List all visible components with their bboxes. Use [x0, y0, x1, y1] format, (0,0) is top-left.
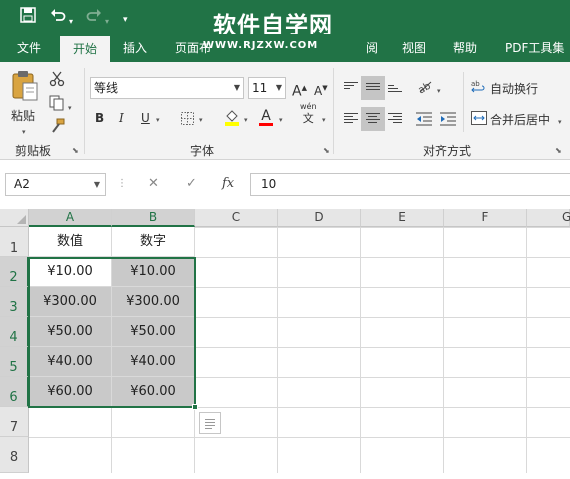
- copy-icon[interactable]: [49, 95, 65, 114]
- tab-pdf-tools[interactable]: PDF工具集: [505, 34, 564, 62]
- grid-lines: [29, 227, 570, 473]
- svg-text:ab: ab: [471, 80, 480, 88]
- fill-color-icon[interactable]: [224, 108, 240, 129]
- underline-button[interactable]: U: [141, 108, 150, 128]
- alignment-launcher-icon[interactable]: ⬊: [555, 146, 562, 155]
- decrease-font-size-button[interactable]: A▼: [314, 78, 328, 101]
- watermark-url: WWW.RJZXW.COM: [203, 40, 319, 51]
- phonetic-char: 文: [302, 112, 314, 125]
- paste-icon[interactable]: [11, 70, 39, 105]
- font-color-dropdown-icon[interactable]: ▾: [279, 110, 283, 130]
- underline-dropdown-icon[interactable]: ▾: [156, 110, 160, 130]
- font-color-button[interactable]: A: [259, 106, 273, 126]
- customize-icon[interactable]: ▾: [123, 10, 128, 30]
- alignment-group-label: 对齐方式: [423, 144, 472, 158]
- increase-indent-icon[interactable]: [440, 112, 456, 129]
- align-middle-icon[interactable]: [366, 83, 380, 95]
- align-bottom-icon[interactable]: [388, 85, 402, 97]
- name-box[interactable]: A2 ▼: [5, 173, 106, 196]
- font-launcher-icon[interactable]: ⬊: [323, 146, 330, 155]
- font-name-value: 等线: [94, 81, 119, 95]
- clipboard-launcher-icon[interactable]: ⬊: [72, 146, 79, 155]
- enter-icon[interactable]: ✓: [186, 173, 197, 196]
- save-icon[interactable]: [20, 7, 36, 28]
- name-box-value: A2: [14, 177, 30, 191]
- font-name-combo[interactable]: 等线 ▼: [90, 77, 244, 99]
- tab-review[interactable]: 阅: [366, 34, 378, 62]
- decrease-indent-icon[interactable]: [416, 112, 432, 129]
- merge-center-dropdown-icon[interactable]: ▾: [558, 112, 562, 132]
- merge-center-icon[interactable]: [471, 111, 487, 128]
- name-box-dropdown-icon[interactable]: ▼: [94, 174, 100, 195]
- insert-function-icon[interactable]: fx: [222, 173, 234, 196]
- tab-insert[interactable]: 插入: [123, 34, 147, 62]
- quick-analysis-icon[interactable]: [199, 412, 221, 434]
- redo-dropdown-icon[interactable]: ▾: [105, 12, 109, 32]
- phonetic-pinyin: wén: [300, 102, 317, 111]
- fill-handle[interactable]: [192, 404, 198, 410]
- align-top-icon[interactable]: [344, 82, 358, 94]
- borders-icon[interactable]: [181, 112, 194, 128]
- bold-button[interactable]: B: [95, 108, 104, 128]
- phonetic-guide-button[interactable]: wén 文: [300, 102, 317, 126]
- clipboard-group-label: 剪贴板: [15, 144, 52, 158]
- paste-dropdown-icon[interactable]: ▾: [22, 122, 26, 142]
- font-size-combo[interactable]: 11 ▼: [248, 77, 286, 99]
- undo-dropdown-icon[interactable]: ▾: [69, 12, 73, 32]
- undo-icon[interactable]: [50, 7, 66, 28]
- font-size-value: 11: [252, 81, 268, 95]
- spreadsheet-grid: A B C D E F G 1 2 3 4 5 6 7 8 数值 数字 ¥10.…: [0, 209, 570, 473]
- ribbon-separator: [463, 72, 464, 132]
- cancel-icon[interactable]: ✕: [148, 173, 159, 196]
- orientation-icon[interactable]: ab: [416, 78, 434, 97]
- merge-center-button[interactable]: 合并后居中: [490, 110, 550, 130]
- tab-file[interactable]: 文件: [17, 34, 41, 62]
- decrease-font-size-letter: A: [314, 84, 323, 98]
- formula-bar: A2 ▼ ⋮ ✕ ✓ fx 10: [0, 161, 570, 209]
- align-right-icon[interactable]: [388, 113, 402, 125]
- ribbon-separator: [333, 68, 334, 154]
- format-painter-icon[interactable]: [49, 118, 65, 137]
- increase-font-size-letter: A: [292, 83, 302, 100]
- redo-icon[interactable]: [86, 7, 102, 28]
- ribbon-separator: [84, 68, 85, 154]
- cut-icon[interactable]: [49, 71, 65, 90]
- italic-button[interactable]: I: [119, 108, 124, 128]
- wrap-text-button[interactable]: 自动换行: [490, 79, 538, 99]
- tab-home[interactable]: 开始: [60, 36, 111, 62]
- font-size-dropdown-icon[interactable]: ▼: [276, 78, 282, 98]
- borders-dropdown-icon[interactable]: ▾: [199, 110, 203, 130]
- font-group-label: 字体: [190, 144, 215, 158]
- align-center-icon[interactable]: [366, 113, 380, 125]
- title-bar: ▾ ▾ ▾ 软件自学网: [0, 0, 570, 39]
- tab-help[interactable]: 帮助: [453, 34, 477, 62]
- align-left-icon[interactable]: [344, 113, 358, 125]
- formula-bar-grip-icon[interactable]: ⋮: [117, 173, 127, 196]
- increase-font-size-button[interactable]: A▲: [292, 78, 307, 102]
- copy-dropdown-icon[interactable]: ▾: [68, 98, 72, 118]
- font-name-dropdown-icon[interactable]: ▼: [234, 78, 240, 98]
- wrap-text-icon[interactable]: ab: [471, 79, 487, 98]
- orientation-dropdown-icon[interactable]: ▾: [437, 81, 441, 101]
- tab-view[interactable]: 视图: [402, 34, 426, 62]
- fill-color-dropdown-icon[interactable]: ▾: [244, 110, 248, 130]
- formula-input[interactable]: 10: [250, 173, 570, 196]
- ribbon: 粘贴 ▾ ▾ 剪贴板 ⬊ 等线 ▼ 11 ▼ A▲ A▼ B I U ▾ ▾ ▾…: [0, 62, 570, 160]
- font-color-letter: A: [261, 108, 271, 124]
- phonetic-dropdown-icon[interactable]: ▾: [322, 110, 326, 130]
